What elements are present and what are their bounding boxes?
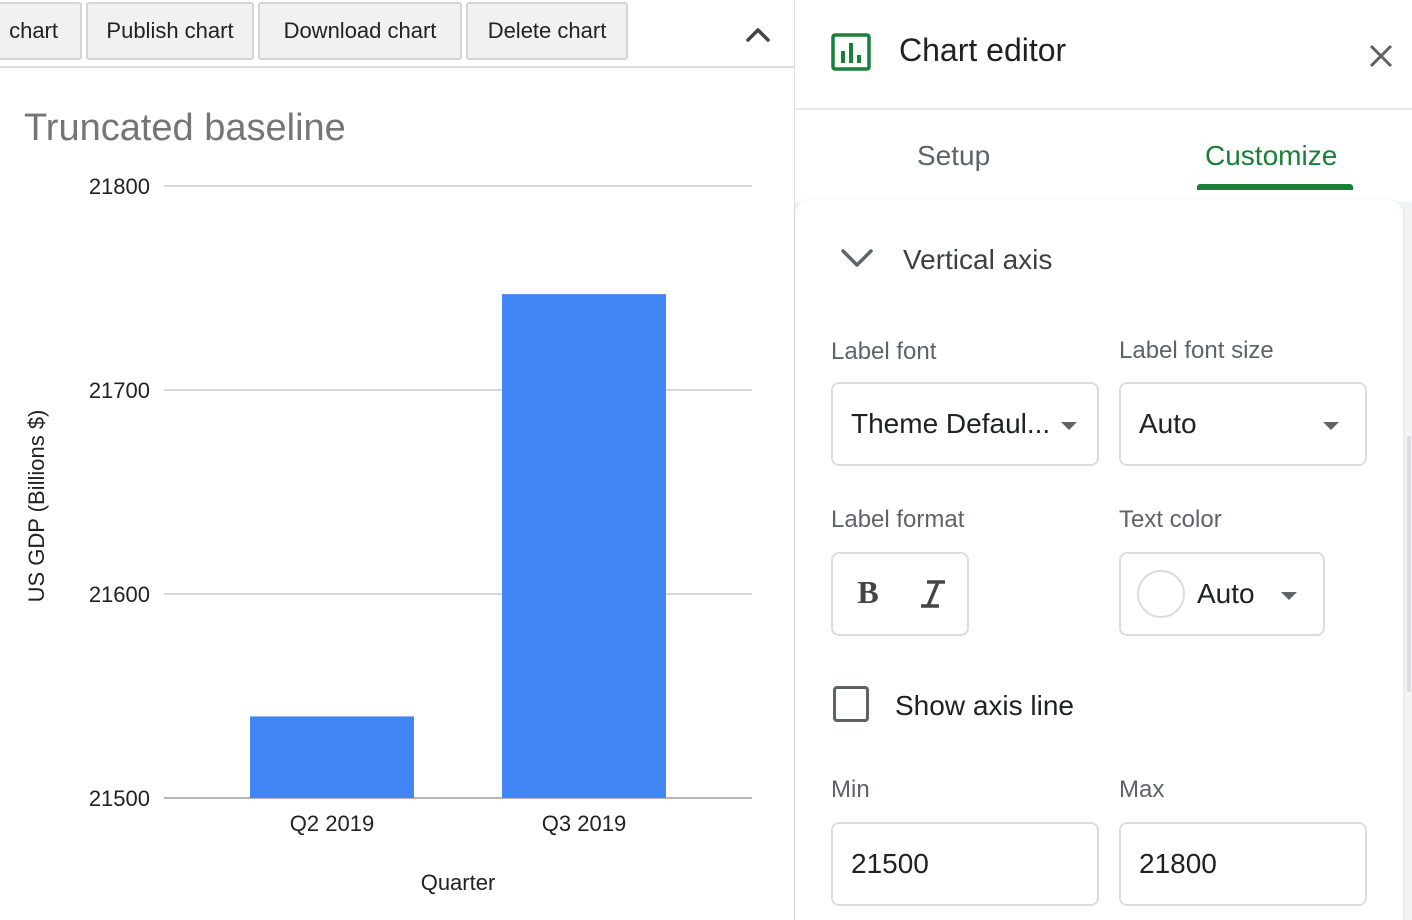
chart-editor-icon	[831, 33, 871, 71]
publish-chart-button[interactable]: Publish chart	[86, 2, 254, 60]
max-input[interactable]	[1119, 822, 1367, 906]
label-font-size-value: Auto	[1139, 408, 1197, 439]
y-tick-label: 21700	[89, 378, 150, 403]
x-axis-label: Quarter	[421, 870, 496, 895]
download-chart-button[interactable]: Download chart	[258, 2, 462, 60]
min-label: Min	[831, 776, 870, 803]
label-format-group: B	[831, 552, 969, 636]
label-font-size-select[interactable]: Auto	[1119, 382, 1367, 466]
x-tick-label: Q3 2019	[542, 811, 626, 836]
tab-setup[interactable]: Setup	[917, 140, 990, 172]
chevron-up-icon[interactable]	[740, 18, 776, 50]
scrollbar-thumb[interactable]	[1407, 436, 1411, 692]
y-tick-label: 21500	[89, 786, 150, 811]
y-tick-label: 21600	[89, 582, 150, 607]
label-font-label: Label font	[831, 338, 937, 365]
label-format-label: Label format	[831, 506, 965, 533]
text-color-select[interactable]: Auto	[1119, 552, 1325, 636]
show-axis-line-checkbox[interactable]	[833, 686, 869, 722]
chart-bar[interactable]	[250, 716, 414, 798]
text-color-label: Text color	[1119, 506, 1222, 533]
vertical-axis-section: Vertical axis Label font Theme Defaul...…	[795, 200, 1403, 920]
close-icon[interactable]	[1361, 36, 1401, 76]
chart-area: chart Publish chart Download chart Delet…	[0, 0, 794, 920]
section-title[interactable]: Vertical axis	[903, 244, 1052, 276]
bar-chart[interactable]: Truncated baseline 21800217002160021500 …	[0, 70, 794, 920]
y-axis-label: US GDP (Billions $)	[24, 410, 49, 603]
x-tick-label: Q2 2019	[290, 811, 374, 836]
chart-editor-panel: Chart editor Setup Customize Vertical ax…	[794, 0, 1412, 920]
chevron-down-icon[interactable]	[839, 246, 875, 270]
tab-customize[interactable]: Customize	[1205, 140, 1337, 172]
label-font-select[interactable]: Theme Defaul...	[831, 382, 1099, 466]
y-tick-label: 21800	[89, 174, 150, 199]
chart-bars	[250, 294, 666, 798]
delete-chart-button[interactable]: Delete chart	[466, 2, 628, 60]
dropdown-arrow-icon	[1281, 592, 1297, 600]
show-axis-line-label[interactable]: Show axis line	[895, 690, 1074, 722]
editor-tabs: Setup Customize	[795, 110, 1412, 202]
text-color-value: Auto	[1197, 578, 1255, 609]
x-axis-ticks: Q2 2019 Q3 2019	[290, 811, 626, 836]
min-input[interactable]	[831, 822, 1099, 906]
label-font-size-label: Label font size	[1119, 337, 1274, 364]
app-root: chart Publish chart Download chart Delet…	[0, 0, 1412, 920]
label-font-value: Theme Defaul...	[851, 408, 1051, 439]
active-tab-indicator	[1197, 184, 1353, 190]
dropdown-arrow-icon	[1323, 422, 1339, 430]
chart-toolbar: chart Publish chart Download chart Delet…	[0, 0, 794, 68]
italic-icon[interactable]	[913, 574, 953, 614]
color-swatch	[1137, 570, 1185, 618]
max-label: Max	[1119, 776, 1165, 803]
y-axis-ticks: 21800 21700 21600 21500	[89, 174, 150, 811]
chart-button[interactable]: chart	[0, 2, 82, 60]
dropdown-arrow-icon	[1061, 422, 1077, 430]
chart-bar[interactable]	[502, 294, 666, 798]
bold-button[interactable]: B	[851, 574, 885, 614]
editor-header: Chart editor	[795, 0, 1412, 110]
chart-title: Truncated baseline	[24, 107, 346, 149]
editor-title: Chart editor	[899, 32, 1067, 68]
